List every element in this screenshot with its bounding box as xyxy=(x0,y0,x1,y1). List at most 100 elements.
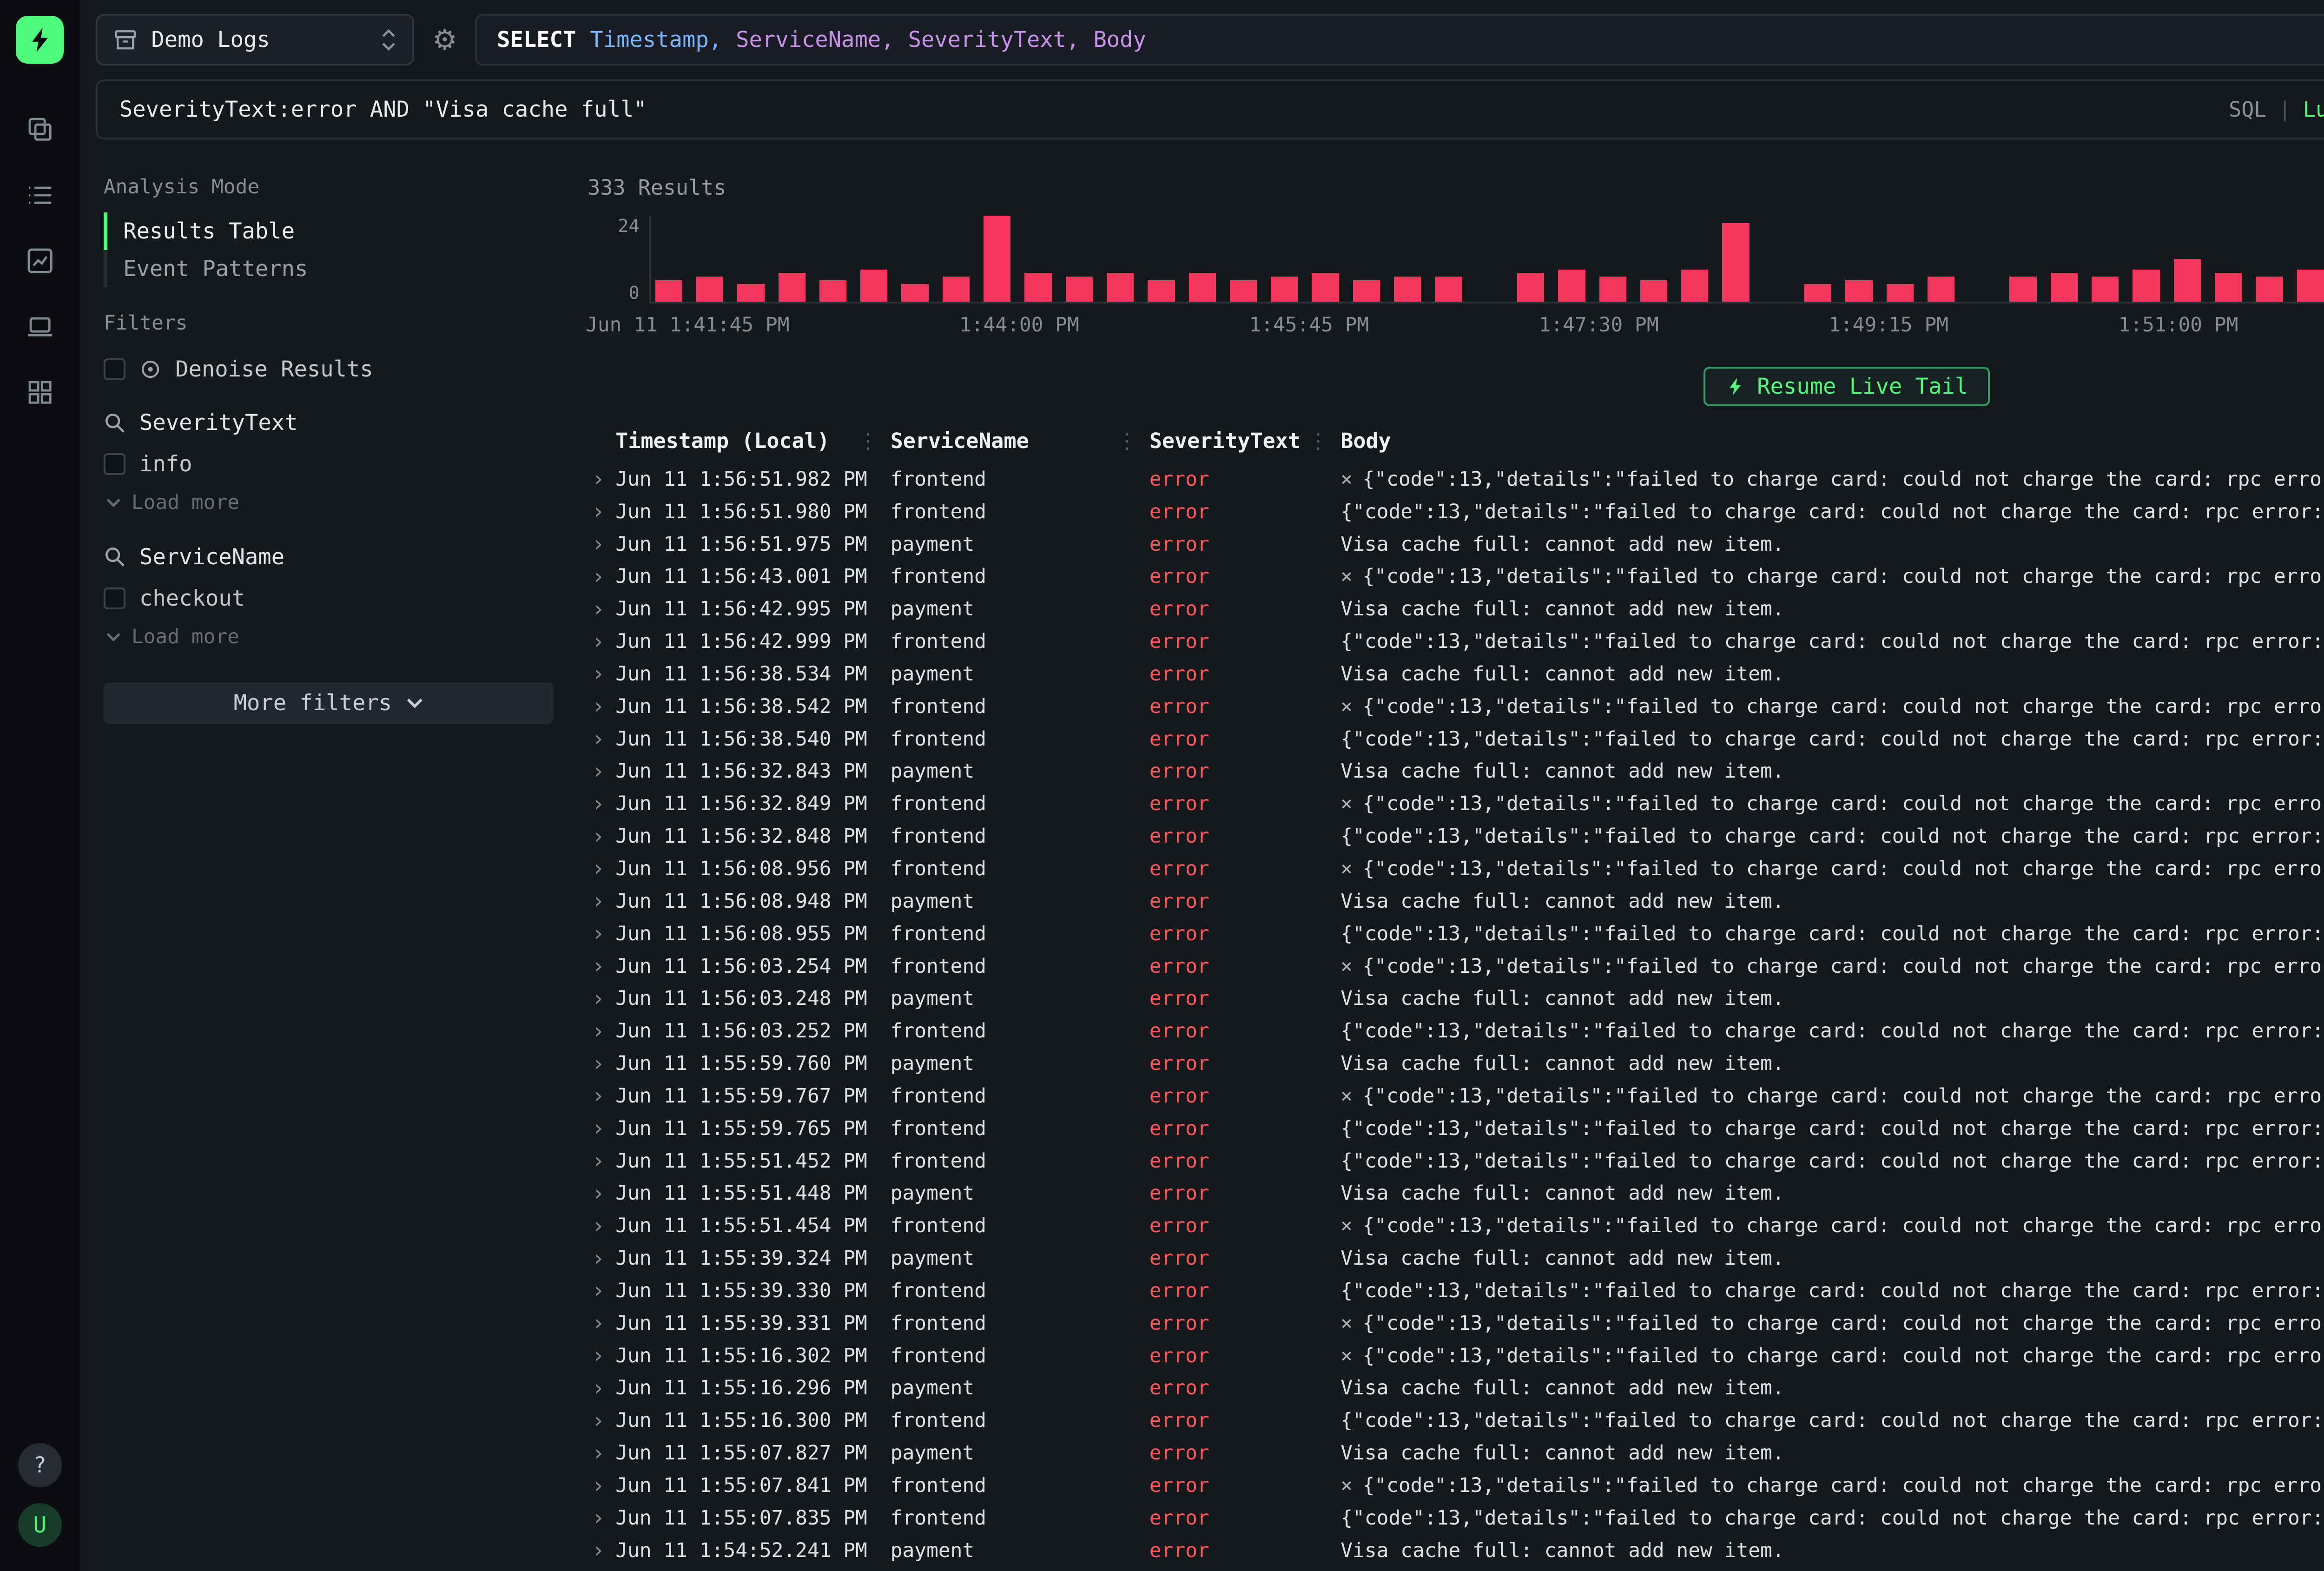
mode-results-table[interactable]: Results Table xyxy=(104,212,554,250)
histogram-bar[interactable] xyxy=(819,280,846,302)
row-expand-icon[interactable]: › xyxy=(586,1343,615,1368)
histogram-bar[interactable] xyxy=(901,284,928,302)
laptop-icon[interactable] xyxy=(22,309,58,344)
histogram-bar[interactable] xyxy=(1845,280,1872,302)
resume-live-tail-button[interactable]: Resume Live Tail xyxy=(1703,367,1990,407)
row-expand-icon[interactable]: › xyxy=(586,1051,615,1076)
row-expand-icon[interactable]: › xyxy=(586,1310,615,1336)
row-expand-icon[interactable]: › xyxy=(586,531,615,557)
log-row[interactable]: ›Jun 11 1:55:07.827 PMpaymenterrorVisa c… xyxy=(586,1437,2324,1469)
panels-icon[interactable] xyxy=(22,112,58,147)
log-row[interactable]: ›Jun 11 1:56:38.540 PMfrontenderror{"cod… xyxy=(586,723,2324,755)
help-button[interactable]: ? xyxy=(18,1443,62,1487)
log-row[interactable]: ›Jun 11 1:55:39.331 PMfrontenderror×{"co… xyxy=(586,1307,2324,1340)
search-input[interactable] xyxy=(119,97,2213,122)
log-row[interactable]: ›Jun 11 1:55:07.835 PMfrontenderror{"cod… xyxy=(586,1502,2324,1534)
histogram-bar[interactable] xyxy=(2174,259,2201,302)
histogram-bar[interactable] xyxy=(1887,284,1914,302)
histogram-bar[interactable] xyxy=(1230,280,1257,302)
row-expand-icon[interactable]: › xyxy=(586,1213,615,1239)
row-expand-icon[interactable]: › xyxy=(586,791,615,817)
histogram-bar[interactable] xyxy=(1640,280,1667,302)
log-row[interactable]: ›Jun 11 1:56:08.955 PMfrontenderror{"cod… xyxy=(586,918,2324,950)
histogram-bar[interactable] xyxy=(2051,273,2078,302)
log-row[interactable]: ›Jun 11 1:55:59.760 PMpaymenterrorVisa c… xyxy=(586,1047,2324,1080)
histogram-bar[interactable] xyxy=(1312,273,1339,302)
more-filters-button[interactable]: More filters xyxy=(104,682,554,724)
facet-header[interactable]: ServiceName xyxy=(104,536,554,577)
log-row[interactable]: ›Jun 11 1:55:59.767 PMfrontenderror×{"co… xyxy=(586,1080,2324,1112)
log-row[interactable]: ›Jun 11 1:56:08.956 PMfrontenderror×{"co… xyxy=(586,852,2324,885)
app-logo[interactable] xyxy=(0,0,79,79)
log-row[interactable]: ›Jun 11 1:56:32.843 PMpaymenterrorVisa c… xyxy=(586,755,2324,788)
row-expand-icon[interactable]: › xyxy=(586,564,615,589)
histogram-bar[interactable] xyxy=(984,216,1010,302)
column-header-body[interactable]: Body xyxy=(1340,429,2324,453)
log-row[interactable]: ›Jun 11 1:55:59.765 PMfrontenderror{"cod… xyxy=(586,1112,2324,1145)
histogram-bar[interactable] xyxy=(1394,277,1421,302)
load-more-button[interactable]: Load more xyxy=(104,619,554,658)
row-expand-icon[interactable]: › xyxy=(586,1018,615,1044)
histogram-bar[interactable] xyxy=(1599,277,1626,302)
histogram-bar[interactable] xyxy=(1681,270,1708,302)
log-row[interactable]: ›Jun 11 1:55:51.448 PMpaymenterrorVisa c… xyxy=(586,1177,2324,1209)
row-expand-icon[interactable]: › xyxy=(586,888,615,914)
row-expand-icon[interactable]: › xyxy=(586,693,615,719)
row-expand-icon[interactable]: › xyxy=(586,856,615,881)
histogram-bar[interactable] xyxy=(1804,284,1831,302)
histogram-bar[interactable] xyxy=(1435,277,1462,302)
lucene-mode-button[interactable]: Lucene xyxy=(2303,97,2324,122)
checkbox-icon[interactable] xyxy=(104,358,125,380)
row-expand-icon[interactable]: › xyxy=(586,629,615,654)
user-avatar[interactable]: U xyxy=(18,1503,62,1547)
log-row[interactable]: ›Jun 11 1:54:52.241 PMpaymenterrorVisa c… xyxy=(586,1534,2324,1567)
list-icon[interactable] xyxy=(22,177,58,213)
log-row[interactable]: ›Jun 11 1:56:43.001 PMfrontenderror×{"co… xyxy=(586,560,2324,593)
row-expand-icon[interactable]: › xyxy=(586,1473,615,1498)
histogram-bar[interactable] xyxy=(1271,277,1298,302)
log-row[interactable]: ›Jun 11 1:56:03.254 PMfrontenderror×{"co… xyxy=(586,950,2324,983)
histogram-bar[interactable] xyxy=(1353,280,1380,302)
row-expand-icon[interactable]: › xyxy=(586,596,615,622)
mode-event-patterns[interactable]: Event Patterns xyxy=(104,250,554,288)
facet-header[interactable]: SeverityText xyxy=(104,402,554,443)
log-row[interactable]: ›Jun 11 1:55:51.452 PMfrontenderror{"cod… xyxy=(586,1145,2324,1177)
log-row[interactable]: ›Jun 11 1:56:42.995 PMpaymenterrorVisa c… xyxy=(586,593,2324,625)
histogram-bar[interactable] xyxy=(2009,277,2036,302)
row-expand-icon[interactable]: › xyxy=(586,499,615,524)
log-row[interactable]: ›Jun 11 1:56:03.252 PMfrontenderror{"cod… xyxy=(586,1015,2324,1047)
column-grip-icon[interactable]: ⋮ xyxy=(858,429,878,453)
log-row[interactable]: ›Jun 11 1:56:32.848 PMfrontenderror{"cod… xyxy=(586,820,2324,852)
chart-icon[interactable] xyxy=(22,243,58,279)
log-row[interactable]: ›Jun 11 1:56:03.248 PMpaymenterrorVisa c… xyxy=(586,982,2324,1015)
row-expand-icon[interactable]: › xyxy=(586,661,615,686)
log-row[interactable]: ›Jun 11 1:55:16.300 PMfrontenderror{"cod… xyxy=(586,1404,2324,1437)
log-row[interactable]: ›Jun 11 1:55:07.841 PMfrontenderror×{"co… xyxy=(586,1469,2324,1502)
row-expand-icon[interactable]: › xyxy=(586,726,615,752)
column-grip-icon[interactable]: ⋮ xyxy=(1308,429,1329,453)
log-row[interactable]: ›Jun 11 1:55:39.330 PMfrontenderror{"cod… xyxy=(586,1274,2324,1307)
histogram-bar[interactable] xyxy=(2256,277,2283,302)
row-expand-icon[interactable]: › xyxy=(586,466,615,492)
histogram-bar[interactable] xyxy=(1107,273,1134,302)
log-row[interactable]: ›Jun 11 1:55:39.324 PMpaymenterrorVisa c… xyxy=(586,1242,2324,1274)
grid-icon[interactable] xyxy=(22,375,58,410)
histogram-bar[interactable] xyxy=(1517,273,1544,302)
log-row[interactable]: ›Jun 11 1:56:51.980 PMfrontenderror{"cod… xyxy=(586,495,2324,528)
gear-icon[interactable]: ⚙ xyxy=(432,24,457,56)
log-row[interactable]: ›Jun 11 1:55:51.454 PMfrontenderror×{"co… xyxy=(586,1209,2324,1242)
histogram-bar[interactable] xyxy=(1148,280,1175,302)
row-expand-icon[interactable]: › xyxy=(586,1538,615,1563)
facet-option-info[interactable]: info xyxy=(104,443,554,485)
row-expand-icon[interactable]: › xyxy=(586,1375,615,1401)
column-header-severitytext[interactable]: SeverityText ⋮ xyxy=(1149,429,1340,453)
row-expand-icon[interactable]: › xyxy=(586,1083,615,1109)
log-row[interactable]: ›Jun 11 1:56:51.975 PMpaymenterrorVisa c… xyxy=(586,528,2324,561)
log-row[interactable]: ›Jun 11 1:56:38.542 PMfrontenderror×{"co… xyxy=(586,690,2324,723)
histogram-bar[interactable] xyxy=(2215,273,2242,302)
row-expand-icon[interactable]: › xyxy=(586,1246,615,1271)
histogram-bar[interactable] xyxy=(1024,273,1051,302)
row-expand-icon[interactable]: › xyxy=(586,1440,615,1466)
facet-option-checkout[interactable]: checkout xyxy=(104,578,554,619)
log-row[interactable]: ›Jun 11 1:55:16.302 PMfrontenderror×{"co… xyxy=(586,1340,2324,1372)
